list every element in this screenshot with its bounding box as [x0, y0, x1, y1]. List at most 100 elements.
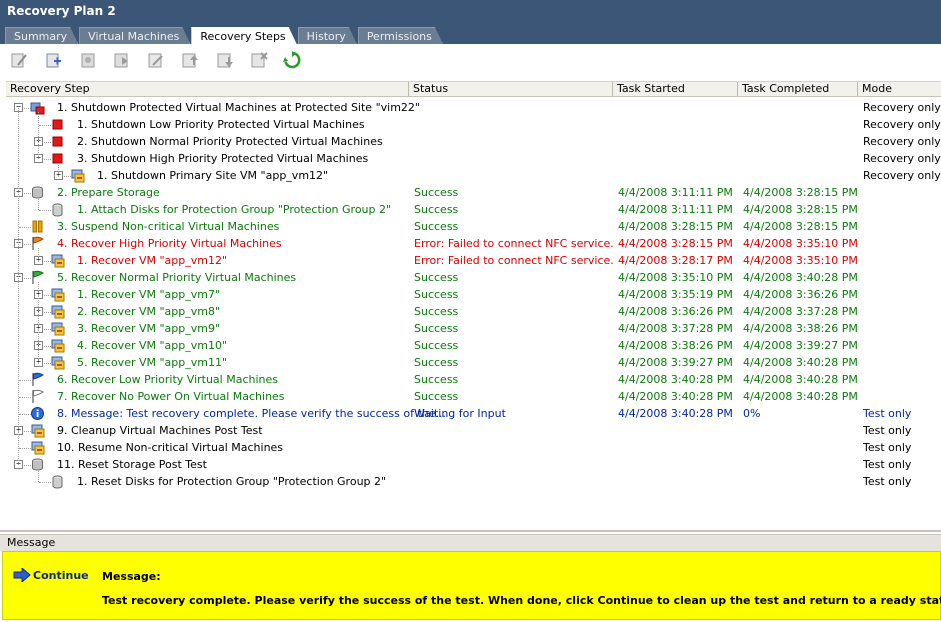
recovery-step-row[interactable]: +1. Recover VM "app_vm7" Success 4/4/2008 … [6, 286, 941, 303]
step-status: Error: Failed to connect NFC service. [414, 237, 614, 250]
grid-header: Recovery Step Status Task Started Task C… [6, 81, 941, 97]
recovery-step-row[interactable]: +5. Recover VM "app_vm11" Success 4/4/2008… [6, 354, 941, 371]
column-header-mode[interactable]: Mode [858, 82, 941, 97]
recovery-step-row[interactable]: 3. Suspend Non-critical Virtual Machines… [6, 218, 941, 235]
tab-bar: Summary Virtual Machines Recovery Steps His… [5, 27, 444, 44]
recovery-step-row[interactable]: 1. Shutdown Low Priority Protected Virtu… [6, 116, 941, 133]
move-up-button[interactable] [181, 51, 199, 69]
tab-permissions[interactable]: Permissions [358, 27, 443, 44]
column-header-recovery-step[interactable]: Recovery Step [6, 82, 409, 97]
tab-summary[interactable]: Summary [5, 27, 78, 44]
step-status: Success [414, 203, 459, 216]
delete-icon [251, 52, 268, 68]
refresh-button[interactable] [283, 51, 301, 69]
recovery-step-row[interactable]: +4. Recover VM "app_vm10" Success 4/4/2008… [6, 337, 941, 354]
tree-guide-line [58, 163, 59, 176]
vm-icon [50, 355, 65, 370]
priority-red-icon [50, 134, 65, 149]
run-button[interactable] [113, 51, 131, 69]
tab-virtual-machines[interactable]: Virtual Machines [79, 27, 190, 44]
delete-button[interactable] [250, 51, 268, 69]
recovery-step-row[interactable]: 8. Message: Test recovery complete. Plea… [6, 405, 941, 422]
add-step-button[interactable] [45, 51, 63, 69]
vm-icon [30, 440, 45, 455]
step-label: 4. Recover VM "app_vm10" [77, 339, 228, 352]
message-header: Message [0, 534, 941, 551]
tree-guide-line [38, 197, 39, 210]
vm-icon [50, 338, 65, 353]
step-label: 1. Recover VM "app_vm7" [77, 288, 221, 301]
step-label: 8. Message: Test recovery complete. Plea… [57, 407, 447, 420]
flag-blue-icon [30, 372, 45, 387]
recovery-step-row[interactable]: +2. Shutdown Normal Priority Protected V… [6, 133, 941, 150]
task-started: 4/4/2008 3:40:28 PM [618, 373, 733, 386]
step-mode: Recovery only [863, 152, 941, 165]
task-completed: 4/4/2008 3:38:26 PM [743, 322, 858, 335]
task-started: 4/4/2008 3:40:28 PM [618, 407, 733, 420]
step-mode: Recovery only [863, 118, 941, 131]
continue-button[interactable]: Continue [13, 568, 89, 582]
step-status: Success [414, 373, 459, 386]
recovery-step-row[interactable]: 1. Attach Disks for Protection Group "Pr… [6, 201, 941, 218]
recovery-steps-tree: −1. Shutdown Protected Virtual Machines … [6, 99, 941, 490]
step-label: 1. Recover VM "app_vm12" [77, 254, 228, 267]
tree-guide-line [38, 282, 39, 363]
step-label: 2. Recover VM "app_vm8" [77, 305, 221, 318]
step-label: 1. Shutdown Low Priority Protected Virtu… [77, 118, 365, 131]
tree-guide-line [38, 112, 39, 159]
arrow-right-icon [13, 568, 31, 582]
column-header-status[interactable]: Status [409, 82, 613, 97]
edit-icon [148, 53, 163, 68]
step-label: 1. Shutdown Protected Virtual Machines a… [57, 101, 420, 114]
task-started: 4/4/2008 3:11:11 PM [618, 203, 733, 216]
step-label: 4. Recover High Priority Virtual Machine… [57, 237, 282, 250]
step-label: 1. Attach Disks for Protection Group "Pr… [77, 203, 392, 216]
task-completed: 4/4/2008 3:35:10 PM [743, 237, 858, 250]
recovery-step-row[interactable]: +9. Cleanup Virtual Machines Post Test Te… [6, 422, 941, 439]
tab-history[interactable]: History [298, 27, 357, 44]
recovery-step-row[interactable]: −2. Prepare Storage Success 4/4/2008 3:11:… [6, 184, 941, 201]
move-down-button[interactable] [216, 51, 234, 69]
properties-icon [81, 53, 95, 68]
step-mode: Test only [863, 441, 912, 454]
tab-recovery-steps[interactable]: Recovery Steps [191, 27, 296, 44]
vm-icon [70, 168, 85, 183]
task-started: 4/4/2008 3:28:15 PM [618, 237, 733, 250]
recovery-step-row[interactable]: 6. Recover Low Priority Virtual Machines… [6, 371, 941, 388]
step-status: Success [414, 339, 459, 352]
edit-step-icon [11, 53, 27, 68]
recovery-step-row[interactable]: 1. Reset Disks for Protection Group "Pro… [6, 473, 941, 490]
recovery-step-row[interactable]: 7. Recover No Power On Virtual Machines S… [6, 388, 941, 405]
step-status: Success [414, 186, 459, 199]
recovery-step-row[interactable]: −5. Recover Normal Priority Virtual Mach… [6, 269, 941, 286]
task-completed: 4/4/2008 3:40:28 PM [743, 390, 858, 403]
tree-guide-line [38, 469, 39, 482]
toolbar [0, 44, 941, 78]
column-header-task-started[interactable]: Task Started [613, 82, 738, 97]
recovery-step-row[interactable]: −11. Reset Storage Post Test Test only [6, 456, 941, 473]
task-completed: 4/4/2008 3:40:28 PM [743, 373, 858, 386]
recovery-step-row[interactable]: 10. Resume Non-critical Virtual Machines… [6, 439, 941, 456]
properties-button[interactable] [80, 51, 98, 69]
recovery-step-row[interactable]: −3. Shutdown High Priority Protected Vir… [6, 150, 941, 167]
task-completed: 4/4/2008 3:28:15 PM [743, 186, 858, 199]
recovery-step-row[interactable]: +3. Recover VM "app_vm9" Success 4/4/2008 … [6, 320, 941, 337]
recovery-plan-window: Recovery Plan 2 Summary Virtual Machines R… [0, 0, 941, 622]
flag-white-icon [30, 389, 45, 404]
task-completed: 4/4/2008 3:39:27 PM [743, 339, 858, 352]
recovery-step-row[interactable]: +1. Recover VM "app_vm12" Error: Failed t… [6, 252, 941, 269]
step-status: Success [414, 271, 459, 284]
pause-icon [30, 219, 45, 234]
step-label: 5. Recover VM "app_vm11" [77, 356, 228, 369]
recovery-step-row[interactable]: +2. Recover VM "app_vm8" Success 4/4/2008 … [6, 303, 941, 320]
edit-step-button[interactable] [10, 51, 28, 69]
recovery-step-row[interactable]: −1. Shutdown Protected Virtual Machines … [6, 99, 941, 116]
step-status: Success [414, 390, 459, 403]
task-started: 4/4/2008 3:35:10 PM [618, 271, 733, 284]
step-label: 5. Recover Normal Priority Virtual Machi… [57, 271, 297, 284]
column-header-task-completed[interactable]: Task Completed [738, 82, 858, 97]
recovery-step-row[interactable]: +1. Shutdown Primary Site VM "app_vm12" R… [6, 167, 941, 184]
task-started: 4/4/2008 3:11:11 PM [618, 186, 733, 199]
recovery-step-row[interactable]: −4. Recover High Priority Virtual Machin… [6, 235, 941, 252]
edit-button[interactable] [147, 51, 165, 69]
